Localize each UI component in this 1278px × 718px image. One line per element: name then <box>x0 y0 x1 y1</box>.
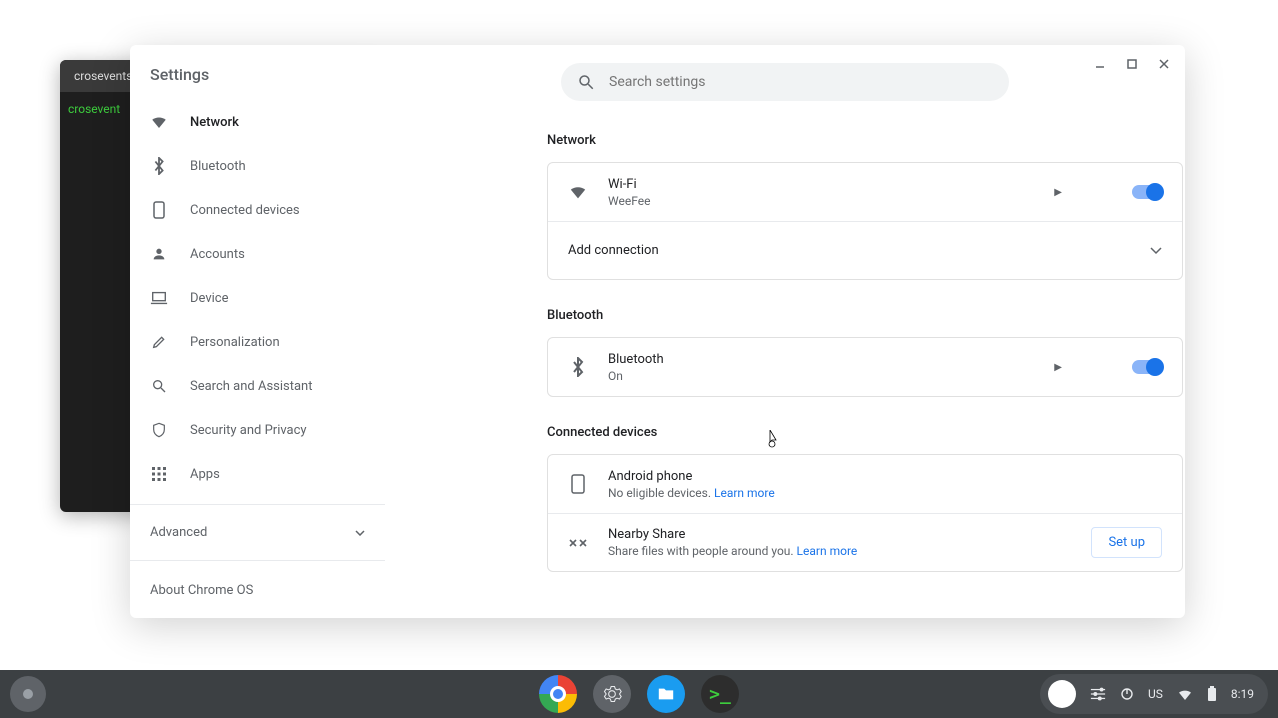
bluetooth-icon <box>150 157 168 175</box>
android-phone-row[interactable]: Android phone No eligible devices. Learn… <box>548 455 1182 513</box>
grid-icon <box>150 465 168 483</box>
shield-icon <box>150 421 168 439</box>
settings-app[interactable] <box>593 675 631 713</box>
terminal-prompt: crosevent <box>68 102 120 116</box>
chevron-down-icon <box>355 530 365 536</box>
phone-icon <box>150 201 168 219</box>
bluetooth-card: Bluetooth On ▶ <box>547 337 1183 397</box>
phone-icon <box>568 474 588 494</box>
wifi-toggle[interactable] <box>1132 185 1162 199</box>
clock[interactable]: 8:19 <box>1231 687 1254 701</box>
android-title: Android phone <box>608 469 1162 484</box>
bluetooth-title: Bluetooth <box>608 352 1034 367</box>
wifi-icon <box>568 184 588 200</box>
ime-indicator[interactable]: US <box>1148 687 1163 701</box>
laptop-icon <box>150 289 168 307</box>
battery-icon <box>1207 686 1217 702</box>
bluetooth-heading: Bluetooth <box>547 308 1183 323</box>
bluetooth-toggle[interactable] <box>1132 360 1162 374</box>
bluetooth-status: On <box>608 369 1034 383</box>
tote-icon[interactable] <box>1090 687 1106 701</box>
chrome-app[interactable] <box>539 675 577 713</box>
minimize-button[interactable] <box>1085 51 1115 77</box>
connected-devices-heading: Connected devices <box>547 425 1183 440</box>
files-app[interactable] <box>647 675 685 713</box>
sidebar-item-connected-devices[interactable]: Connected devices <box>130 188 385 232</box>
person-icon <box>150 245 168 263</box>
sidebar-item-label: Personalization <box>190 335 280 350</box>
launcher-button[interactable] <box>10 676 46 712</box>
setup-button[interactable]: Set up <box>1091 527 1162 558</box>
search-settings[interactable] <box>561 63 1009 101</box>
sidebar-item-device[interactable]: Device <box>130 276 385 320</box>
add-connection-row[interactable]: Add connection <box>548 221 1182 279</box>
sidebar-item-personalization[interactable]: Personalization <box>130 320 385 364</box>
terminal-app[interactable]: >_ <box>701 675 739 713</box>
sidebar-item-label: Search and Assistant <box>190 379 313 394</box>
sidebar-item-label: Device <box>190 291 229 306</box>
learn-more-link[interactable]: Learn more <box>714 486 775 500</box>
network-card: Wi-Fi WeeFee ▶ Add connection <box>547 162 1183 280</box>
sidebar-item-network[interactable]: Network <box>130 100 385 144</box>
power-icon <box>1120 687 1134 701</box>
network-heading: Network <box>547 133 1183 148</box>
add-connection-label: Add connection <box>568 243 1130 258</box>
chevron-down-icon <box>1150 247 1162 255</box>
nearby-share-icon <box>568 536 588 550</box>
shelf: >_ US 8:19 <box>0 670 1278 718</box>
search-icon <box>577 73 595 91</box>
chevron-right-icon: ▶ <box>1054 187 1062 198</box>
bluetooth-icon <box>568 357 588 377</box>
sidebar-item-label: Connected devices <box>190 203 300 218</box>
about-label: About Chrome OS <box>150 583 253 598</box>
chevron-right-icon: ▶ <box>1054 362 1062 373</box>
wifi-title: Wi-Fi <box>608 177 1034 192</box>
search-input[interactable] <box>609 74 993 90</box>
divider <box>130 560 385 561</box>
sidebar-item-label: Security and Privacy <box>190 423 307 438</box>
sidebar-item-label: Apps <box>190 467 220 482</box>
wifi-status-icon <box>1177 688 1193 700</box>
sidebar-item-bluetooth[interactable]: Bluetooth <box>130 144 385 188</box>
nearby-sub: Share files with people around you. Lear… <box>608 544 1071 558</box>
avatar[interactable] <box>1048 680 1076 708</box>
nearby-title: Nearby Share <box>608 527 1071 542</box>
maximize-button[interactable] <box>1117 51 1147 77</box>
sidebar-item-accounts[interactable]: Accounts <box>130 232 385 276</box>
brush-icon <box>150 333 168 351</box>
launcher-icon <box>23 689 33 699</box>
android-sub: No eligible devices. Learn more <box>608 486 1162 500</box>
nearby-share-row[interactable]: Nearby Share Share files with people aro… <box>548 513 1182 571</box>
advanced-label: Advanced <box>150 525 207 540</box>
sidebar: Settings Network Bluetooth Connected dev… <box>130 45 385 618</box>
sidebar-item-security-privacy[interactable]: Security and Privacy <box>130 408 385 452</box>
sidebar-advanced[interactable]: Advanced <box>130 513 385 552</box>
sidebar-item-apps[interactable]: Apps <box>130 452 385 496</box>
sidebar-about[interactable]: About Chrome OS <box>130 569 385 612</box>
settings-window: Settings Network Bluetooth Connected dev… <box>130 45 1185 618</box>
page-title: Settings <box>130 65 385 100</box>
connected-devices-card: Android phone No eligible devices. Learn… <box>547 454 1183 572</box>
wifi-icon <box>150 113 168 131</box>
status-tray[interactable]: US 8:19 <box>1040 674 1268 714</box>
terminal-title: crosevents <box>74 69 132 83</box>
sidebar-item-label: Network <box>190 115 239 130</box>
wifi-row[interactable]: Wi-Fi WeeFee ▶ <box>548 163 1182 221</box>
bluetooth-row[interactable]: Bluetooth On ▶ <box>548 338 1182 396</box>
learn-more-link[interactable]: Learn more <box>797 544 858 558</box>
shelf-apps: >_ <box>539 675 739 713</box>
sidebar-item-label: Bluetooth <box>190 159 246 174</box>
wifi-network-name: WeeFee <box>608 194 1034 208</box>
window-controls <box>1085 51 1179 77</box>
divider <box>130 504 385 505</box>
main-column: Network Wi-Fi WeeFee ▶ Add <box>385 45 1185 618</box>
sidebar-item-label: Accounts <box>190 247 245 262</box>
close-button[interactable] <box>1149 51 1179 77</box>
sidebar-item-search-assistant[interactable]: Search and Assistant <box>130 364 385 408</box>
search-icon <box>150 377 168 395</box>
